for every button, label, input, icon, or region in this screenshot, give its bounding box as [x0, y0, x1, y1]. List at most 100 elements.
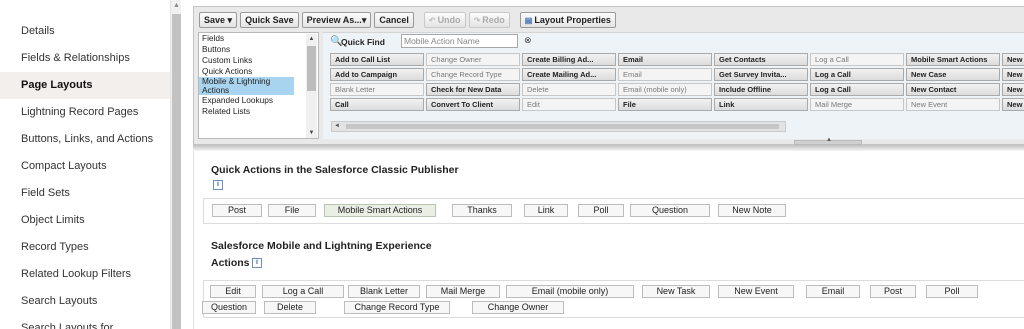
palette-item-email-mobile-only[interactable]: Email (mobile only)	[618, 83, 712, 96]
palette-item-create-mailing-ad[interactable]: Create Mailing Ad...	[522, 68, 616, 81]
palette-item-edit[interactable]: Edit	[522, 98, 616, 111]
palette-item-log-a-call[interactable]: Log a Call	[810, 83, 904, 96]
publisher-action-file[interactable]: File	[268, 204, 316, 217]
sidebar-item-record-types[interactable]: Record Types	[0, 234, 170, 261]
lightning-action-email[interactable]: Email	[806, 285, 860, 298]
lightning-action-new-event[interactable]: New Event	[718, 285, 794, 298]
palette-item-new-account[interactable]: New Account	[1002, 53, 1024, 66]
palette-item-get-contacts[interactable]: Get Contacts	[714, 53, 808, 66]
lightning-action-poll[interactable]: Poll	[926, 285, 978, 298]
palette-item-include-offline[interactable]: Include Offline	[714, 83, 808, 96]
lightning-action-blank-letter[interactable]: Blank Letter	[348, 285, 420, 298]
palette-item-file[interactable]: File	[618, 98, 712, 111]
sidebar-item-details[interactable]: Details	[0, 18, 170, 45]
sidebar-item-field-sets[interactable]: Field Sets	[0, 180, 170, 207]
lightning-action-mail-merge[interactable]: Mail Merge	[426, 285, 500, 298]
publisher-action-new-note[interactable]: New Note	[718, 204, 786, 217]
palette-item-call[interactable]: Call	[330, 98, 424, 111]
sidebar-item-search-layouts-for[interactable]: Search Layouts for ...	[0, 315, 170, 329]
palette-item-log-a-call[interactable]: Log a Call	[810, 53, 904, 66]
palette-item-delete[interactable]: Delete	[522, 83, 616, 96]
page-scrollbar[interactable]: ▲	[170, 0, 181, 329]
category-scroll-thumb[interactable]	[307, 46, 316, 91]
scroll-up-arrow-icon[interactable]: ▲	[172, 1, 181, 10]
publisher-action-poll[interactable]: Poll	[578, 204, 624, 217]
sidebar-item-search-layouts[interactable]: Search Layouts	[0, 288, 170, 315]
publisher-action-question[interactable]: Question	[630, 204, 710, 217]
redo-button[interactable]: ↷ Redo	[468, 12, 510, 28]
clear-search-icon[interactable]: ⊗	[524, 35, 532, 46]
palette-item-convert-to-client[interactable]: Convert To Client	[426, 98, 520, 111]
save-dropdown-icon[interactable]: ▾	[228, 15, 233, 25]
palette-item-new-event[interactable]: New Event	[906, 98, 1000, 111]
category-list-scrollbar[interactable]: ▲ ▼	[306, 34, 317, 138]
info-icon[interactable]: i	[252, 258, 262, 268]
palette-scroll-thumb[interactable]	[346, 124, 779, 129]
sidebar-item-lightning-record-pages[interactable]: Lightning Record Pages	[0, 99, 170, 126]
palette-item-add-to-call-list[interactable]: Add to Call List	[330, 53, 424, 66]
lightning-action-post[interactable]: Post	[870, 285, 916, 298]
sidebar-item-compact-layouts[interactable]: Compact Layouts	[0, 153, 170, 180]
category-fields[interactable]: Fields	[199, 33, 318, 44]
palette-horizontal-scrollbar[interactable]: ◄	[331, 121, 786, 132]
sidebar-item-buttons-links-actions[interactable]: Buttons, Links, and Actions	[0, 126, 170, 153]
scroll-up-icon[interactable]: ▲	[306, 36, 317, 42]
sidebar-item-object-limits[interactable]: Object Limits	[0, 207, 170, 234]
palette-item-get-survey-invita[interactable]: Get Survey Invita...	[714, 68, 808, 81]
lightning-actions-section: Salesforce Mobile and Lightning Experien…	[193, 237, 1024, 329]
sidebar-item-fields-relationships[interactable]: Fields & Relationships	[0, 45, 170, 72]
toolbar-divider	[513, 12, 517, 28]
publisher-action-post[interactable]: Post	[212, 204, 262, 217]
lightning-action-change-record-type[interactable]: Change Record Type	[344, 301, 450, 314]
palette-item-email[interactable]: Email	[618, 53, 712, 66]
category-mobile-lightning-actions[interactable]: Mobile & Lightning Actions	[199, 77, 294, 95]
quick-find-input[interactable]	[401, 34, 518, 48]
classic-publisher-actions[interactable]: Post File Mobile Smart Actions Thanks Link Po…	[203, 198, 1024, 224]
category-custom-links[interactable]: Custom Links	[199, 55, 318, 66]
palette-item-change-owner[interactable]: Change Owner	[426, 53, 520, 66]
page-scrollbar-thumb[interactable]	[172, 14, 181, 329]
lightning-action-change-owner[interactable]: Change Owner	[472, 301, 564, 314]
palette-item-new-task[interactable]: New Task	[1002, 83, 1024, 96]
sidebar-item-page-layouts[interactable]: Page Layouts	[0, 72, 170, 99]
publisher-action-link[interactable]: Link	[524, 204, 568, 217]
undo-button[interactable]: ↶ Undo	[423, 12, 466, 28]
palette-item-add-to-campaign[interactable]: Add to Campaign	[330, 68, 424, 81]
palette-item-blank-letter[interactable]: Blank Letter	[330, 83, 424, 96]
cancel-button[interactable]: Cancel	[374, 12, 414, 28]
collapse-arrow-icon[interactable]: ▲	[826, 137, 832, 143]
lightning-action-delete[interactable]: Delete	[264, 301, 316, 314]
preview-as-button[interactable]: Preview As...▾	[301, 12, 372, 28]
palette-item-create-billing-ad[interactable]: Create Billing Ad...	[522, 53, 616, 66]
palette-item-mail-merge[interactable]: Mail Merge	[810, 98, 904, 111]
scroll-down-icon[interactable]: ▼	[306, 130, 317, 136]
palette-item-new-note[interactable]: New Note	[1002, 98, 1024, 111]
palette-item-email[interactable]: Email	[618, 68, 712, 81]
publisher-action-thanks[interactable]: Thanks	[452, 204, 512, 217]
palette-item-check-for-new-data[interactable]: Check for New Data	[426, 83, 520, 96]
lightning-action-edit[interactable]: Edit	[210, 285, 256, 298]
scroll-left-icon[interactable]: ◄	[334, 122, 340, 131]
palette-item-new-case[interactable]: New Case	[906, 68, 1000, 81]
palette-item-link[interactable]: Link	[714, 98, 808, 111]
save-button[interactable]: Save ▾	[199, 12, 238, 28]
palette-item-change-record-type[interactable]: Change Record Type	[426, 68, 520, 81]
lightning-action-new-task[interactable]: New Task	[642, 285, 710, 298]
layout-properties-button[interactable]: ▤ Layout Properties	[519, 12, 616, 28]
category-buttons[interactable]: Buttons	[199, 44, 318, 55]
info-icon[interactable]: i	[213, 180, 223, 190]
lightning-actions-dropzone[interactable]: Edit Log a Call Blank Letter Mail Merge Emai…	[202, 280, 1024, 318]
category-related-lists[interactable]: Related Lists	[199, 106, 318, 117]
quick-save-button[interactable]: Quick Save	[240, 12, 299, 28]
lightning-action-email-mobile-only[interactable]: Email (mobile only)	[506, 285, 634, 298]
lightning-action-log-a-call[interactable]: Log a Call	[262, 285, 344, 298]
category-expanded-lookups[interactable]: Expanded Lookups	[199, 95, 318, 106]
sidebar-item-related-lookup-filters[interactable]: Related Lookup Filters	[0, 261, 170, 288]
palette-item-log-a-call[interactable]: Log a Call	[810, 68, 904, 81]
palette-item-mobile-smart-actions[interactable]: Mobile Smart Actions	[906, 53, 1000, 66]
lightning-action-question[interactable]: Question	[202, 301, 256, 314]
palette-category-list[interactable]: Fields Buttons Custom Links Quick Action…	[198, 32, 319, 139]
publisher-action-mobile-smart-actions[interactable]: Mobile Smart Actions	[324, 204, 436, 217]
palette-item-new-contact[interactable]: New Contact	[906, 83, 1000, 96]
palette-item-new-opportunity[interactable]: New Opportunity	[1002, 68, 1024, 81]
